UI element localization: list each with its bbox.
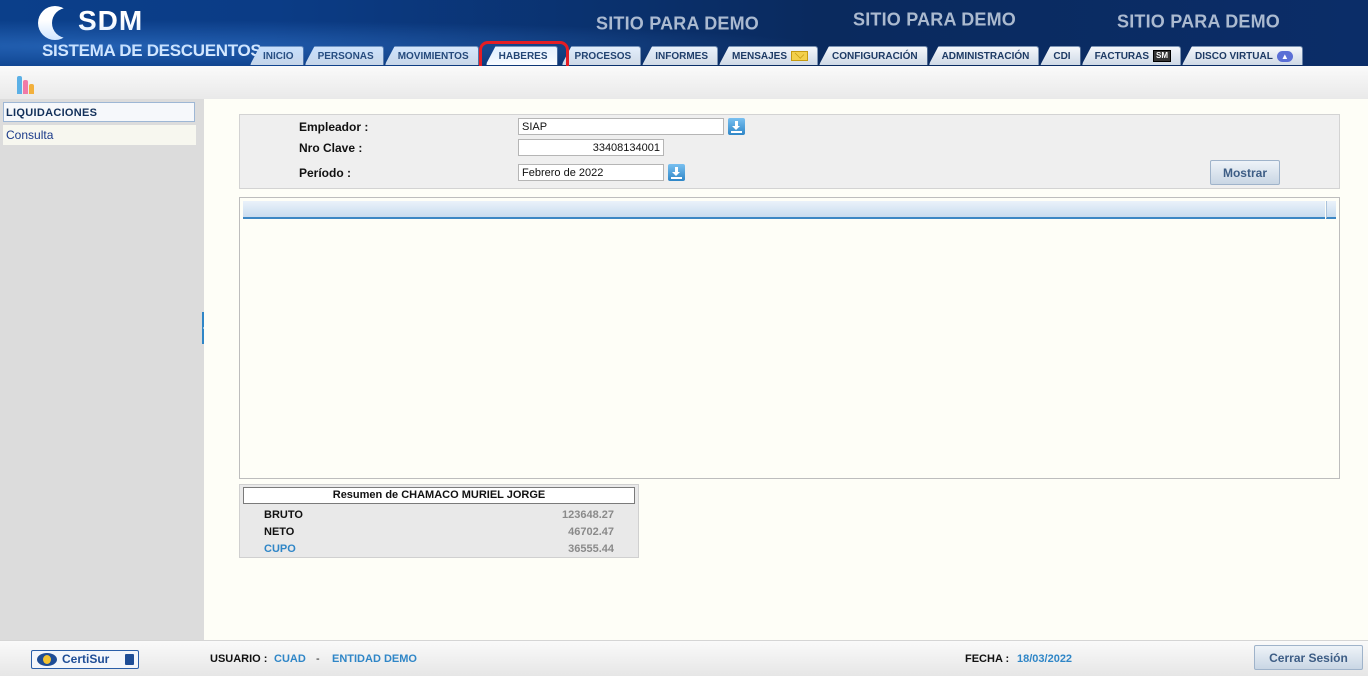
filter-form bbox=[239, 114, 1340, 189]
summary-value-bruto: 123648.27 bbox=[562, 509, 614, 521]
periodo-lookup-icon[interactable] bbox=[668, 164, 685, 181]
tab-label: CDI bbox=[1053, 50, 1071, 62]
tab-label: INICIO bbox=[263, 50, 294, 62]
app-header: SDM SISTEMA DE DESCUENTOS SITIO PARA DEM… bbox=[0, 0, 1368, 66]
cerrar-sesion-button[interactable]: Cerrar Sesión bbox=[1254, 645, 1363, 670]
lock-icon bbox=[125, 654, 134, 665]
results-grid bbox=[239, 197, 1340, 479]
grid-header-scroll bbox=[1326, 201, 1336, 219]
tab-label: MOVIMIENTOS bbox=[397, 50, 469, 62]
certisur-badge[interactable]: CertiSur bbox=[31, 650, 139, 669]
chart-icon[interactable] bbox=[16, 72, 40, 94]
main-nav-tabs: INICIO PERSONAS MOVIMIENTOS HABERES PROC… bbox=[250, 46, 1304, 66]
mail-icon bbox=[791, 51, 809, 61]
tab-mensajes[interactable]: MENSAJES bbox=[719, 46, 819, 65]
tab-configuracion[interactable]: CONFIGURACIÓN bbox=[819, 46, 928, 65]
footer bbox=[0, 640, 1368, 676]
summary-value-cupo: 36555.44 bbox=[568, 543, 614, 555]
sidebar-item-consulta[interactable]: Consulta bbox=[3, 125, 196, 145]
demo-banner: SITIO PARA DEMO bbox=[1117, 10, 1281, 32]
tab-disco-virtual[interactable]: DISCO VIRTUAL ▲ bbox=[1182, 46, 1303, 65]
mostrar-button[interactable]: Mostrar bbox=[1210, 160, 1280, 185]
certisur-label: CertiSur bbox=[62, 652, 110, 666]
tab-procesos[interactable]: PROCESOS bbox=[561, 46, 642, 65]
toolbar bbox=[0, 66, 1368, 100]
tab-label: ADMINISTRACIÓN bbox=[941, 50, 1030, 62]
tab-facturas[interactable]: FACTURAS SM bbox=[1081, 46, 1182, 65]
tab-label: FACTURAS bbox=[1094, 50, 1150, 62]
tab-label: PROCESOS bbox=[574, 50, 632, 62]
sm-icon: SM bbox=[1153, 50, 1172, 62]
tab-informes[interactable]: INFORMES bbox=[642, 46, 718, 65]
fecha-value: 18/03/2022 bbox=[1017, 653, 1073, 665]
entidad-value: ENTIDAD DEMO bbox=[332, 653, 417, 665]
empleador-field[interactable] bbox=[518, 118, 724, 135]
tab-label: INFORMES bbox=[655, 50, 708, 62]
fecha-label: FECHA : bbox=[965, 653, 1010, 665]
tab-label: CONFIGURACIÓN bbox=[832, 50, 918, 62]
cloud-upload-icon: ▲ bbox=[1276, 50, 1293, 62]
demo-banner: SITIO PARA DEMO bbox=[596, 12, 760, 34]
empleador-label: Empleador : bbox=[299, 120, 369, 134]
tab-label: HABERES bbox=[498, 50, 548, 62]
summary-label-neto: NETO bbox=[264, 526, 295, 538]
tab-cdi[interactable]: CDI bbox=[1040, 46, 1081, 65]
usuario-value: CUAD bbox=[274, 653, 306, 665]
nro-clave-field[interactable] bbox=[518, 139, 664, 156]
periodo-field[interactable] bbox=[518, 164, 664, 181]
tab-administracion[interactable]: ADMINISTRACIÓN bbox=[928, 46, 1040, 65]
summary-value-neto: 46702.47 bbox=[568, 526, 614, 538]
logo-icon bbox=[38, 6, 82, 40]
logo-title: SDM bbox=[78, 5, 144, 36]
periodo-label: Período : bbox=[299, 166, 352, 180]
logo-subtitle: SISTEMA DE DESCUENTOS bbox=[42, 41, 262, 60]
footer-separator: - bbox=[316, 653, 320, 665]
nro-clave-label: Nro Clave : bbox=[299, 141, 363, 155]
empleador-lookup-icon[interactable] bbox=[728, 118, 745, 135]
usuario-label: USUARIO : bbox=[210, 653, 268, 665]
certisur-logo-icon bbox=[37, 653, 57, 666]
tab-label: DISCO VIRTUAL bbox=[1195, 50, 1273, 62]
tab-inicio[interactable]: INICIO bbox=[250, 46, 304, 65]
tab-haberes[interactable]: HABERES bbox=[485, 46, 558, 65]
tab-personas[interactable]: PERSONAS bbox=[304, 46, 384, 65]
tab-label: MENSAJES bbox=[732, 50, 788, 62]
grid-header bbox=[243, 201, 1325, 219]
summary-label-bruto: BRUTO bbox=[264, 509, 303, 521]
tab-label: PERSONAS bbox=[317, 50, 374, 62]
summary-label-cupo[interactable]: CUPO bbox=[264, 543, 296, 555]
tab-movimientos[interactable]: MOVIMIENTOS bbox=[384, 46, 479, 65]
summary-title: Resumen de CHAMACO MURIEL JORGE bbox=[243, 487, 635, 504]
sidebar bbox=[0, 99, 204, 640]
demo-banner: SITIO PARA DEMO bbox=[853, 8, 1017, 30]
sidebar-section-title: LIQUIDACIONES bbox=[3, 102, 195, 122]
